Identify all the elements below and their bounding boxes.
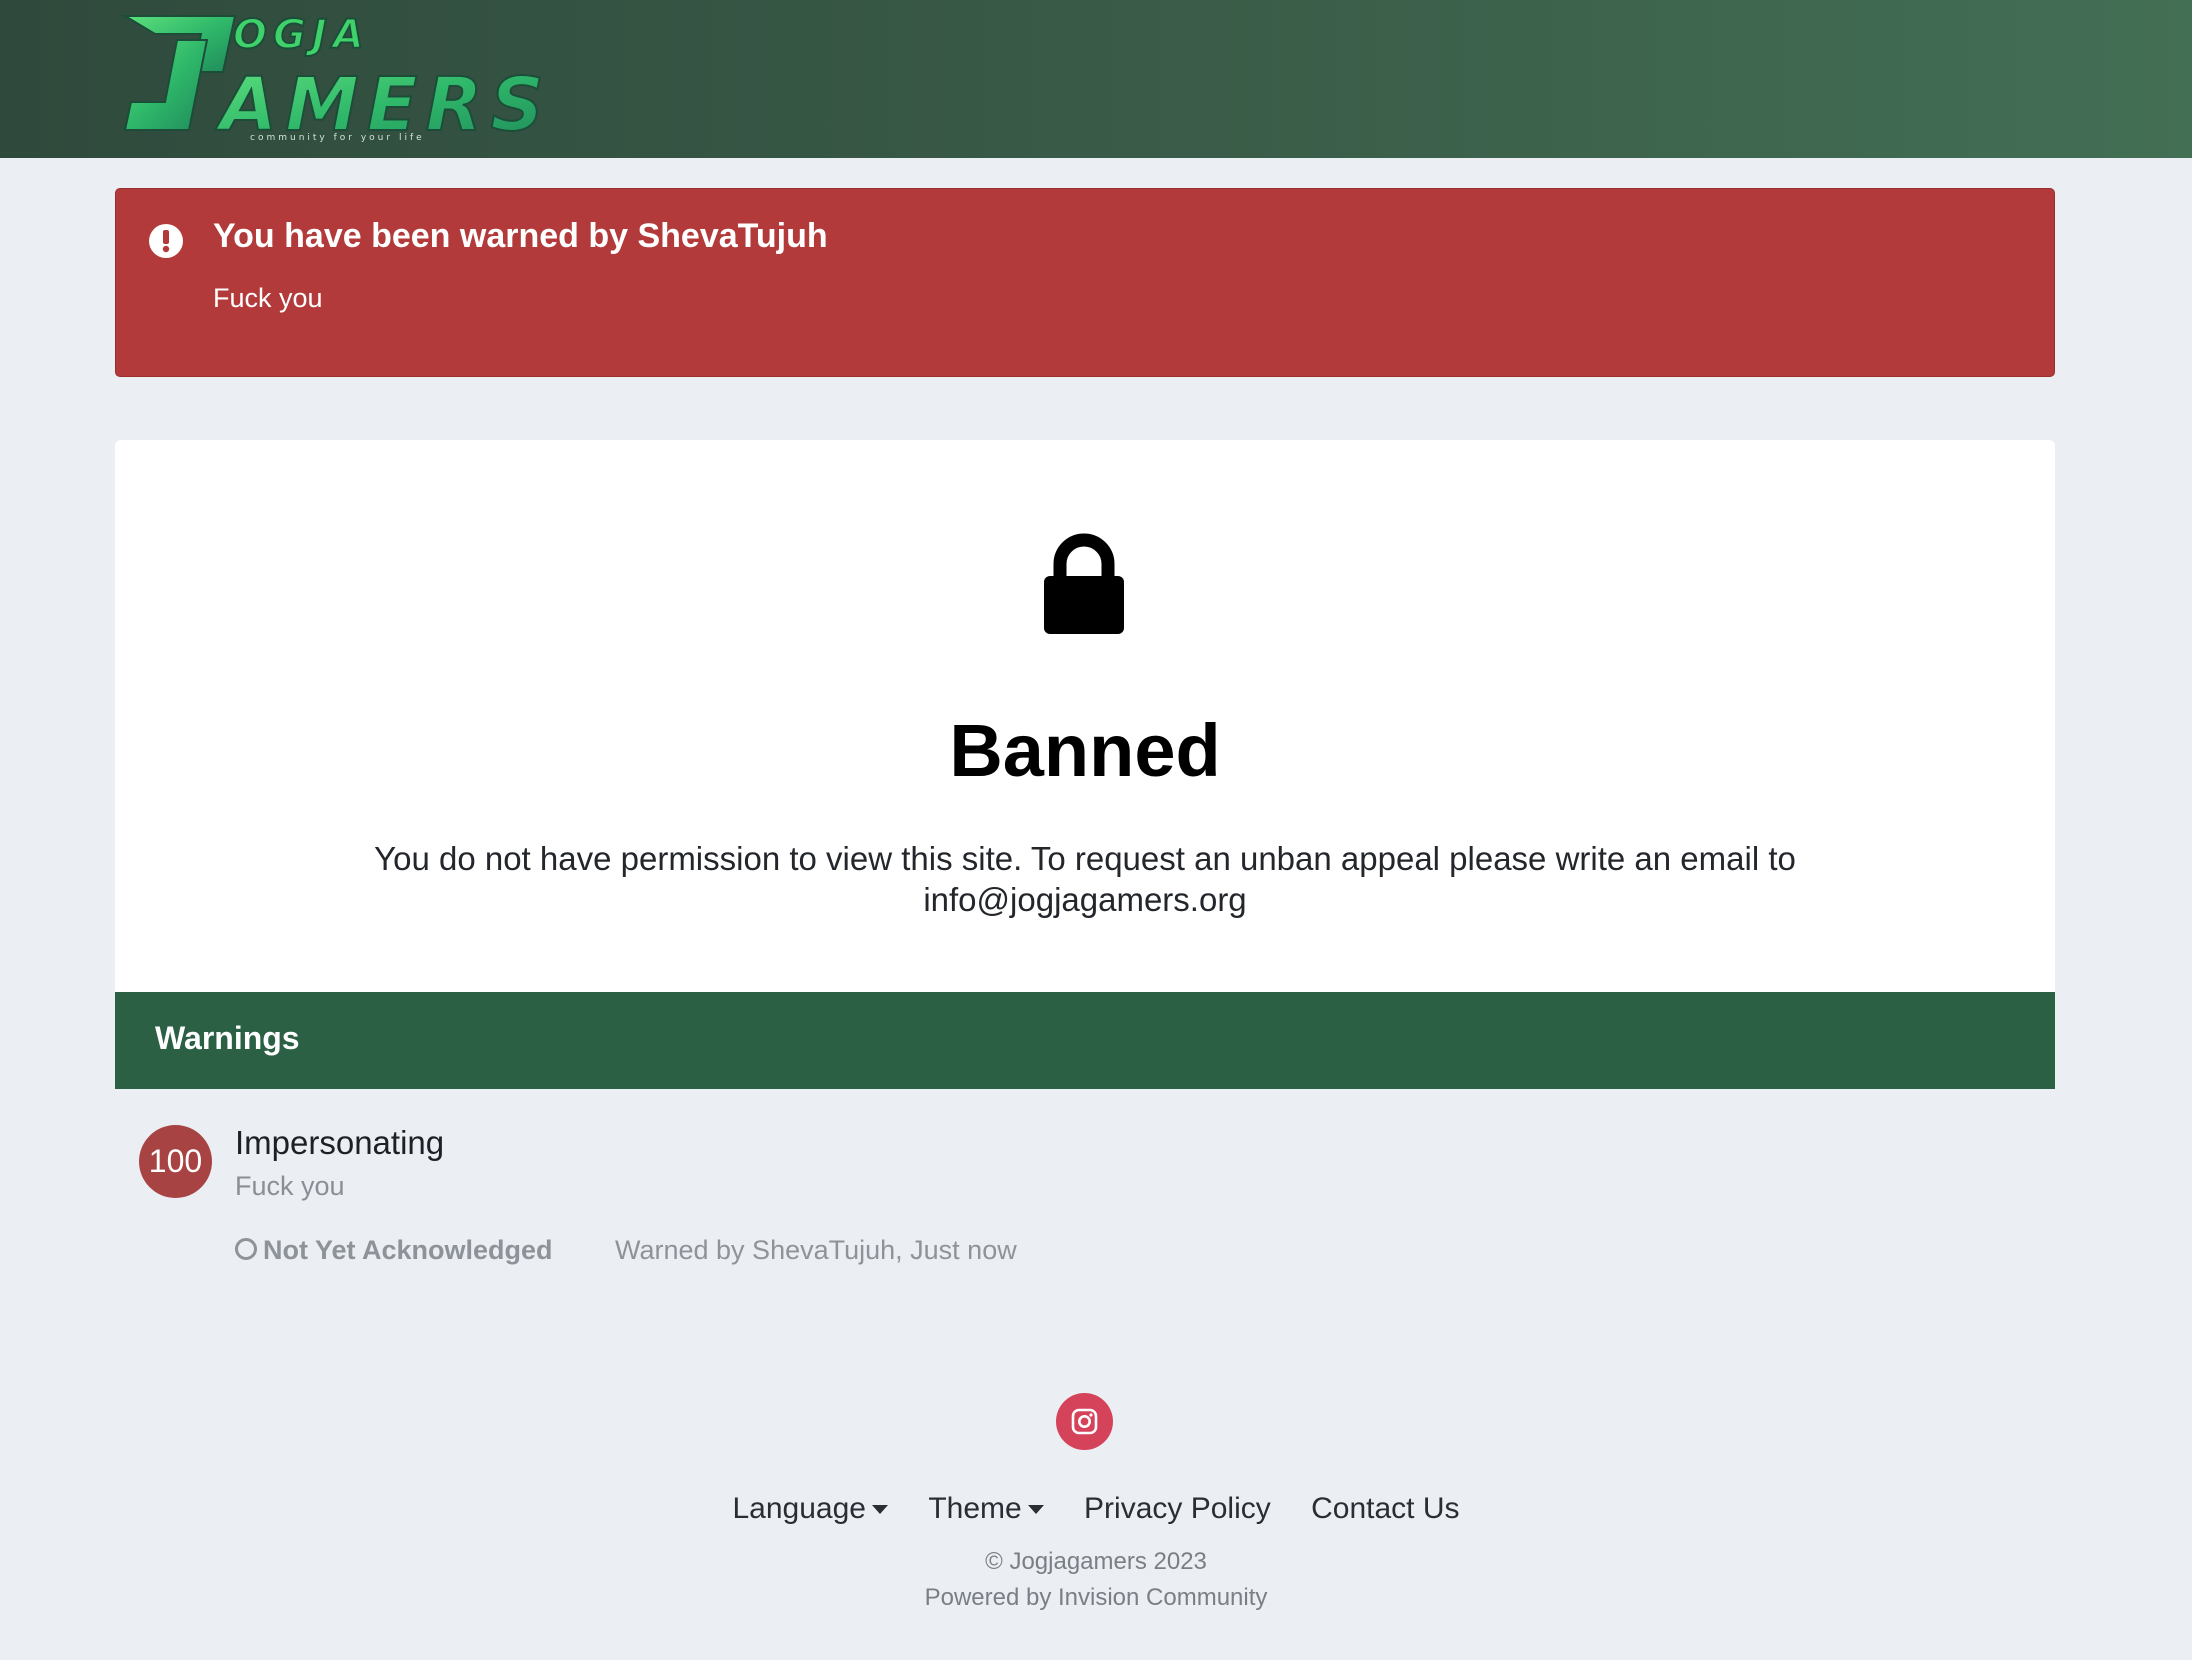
copyright-text: © Jogjagamers 2023 xyxy=(985,1548,1207,1575)
instagram-icon xyxy=(1071,1408,1098,1435)
footer-links: Language Theme Privacy Policy Contact Us xyxy=(0,1492,2192,1526)
site-header: OGJA AMERS community for your life xyxy=(0,0,2192,158)
site-logo[interactable]: OGJA AMERS community for your life xyxy=(115,11,635,149)
warning-meta: Warned by ShevaTujuh, Just now xyxy=(615,1235,1017,1265)
warning-reason-link[interactable]: Impersonating xyxy=(235,1124,444,1162)
exclamation-circle-icon xyxy=(149,224,183,258)
ban-message: You do not have permission to view this … xyxy=(374,840,1796,918)
powered-by-link[interactable]: Powered by Invision Community xyxy=(0,1584,2192,1612)
acknowledgement-label: Not Yet Acknowledged xyxy=(263,1235,553,1265)
warning-message-banner: You have been warned by ShevaTujuh Fuck … xyxy=(115,188,2055,377)
ban-card: Banned You do not have permission to vie… xyxy=(115,440,2055,992)
privacy-policy-link[interactable]: Privacy Policy xyxy=(1084,1492,1271,1526)
warnings-section-header: Warnings xyxy=(115,992,2055,1089)
acknowledgement-status: Not Yet Acknowledged xyxy=(235,1235,553,1266)
contact-us-link[interactable]: Contact Us xyxy=(1311,1492,1459,1526)
jogjagamers-logo-graphic: OGJA AMERS community for your life xyxy=(121,11,552,149)
svg-text:community for your life: community for your life xyxy=(250,133,425,143)
ban-title: Banned xyxy=(949,709,1221,792)
caret-down-icon xyxy=(1027,1505,1044,1514)
language-label: Language xyxy=(732,1492,866,1525)
warning-points-badge: 100 xyxy=(139,1125,212,1198)
warning-title: You have been warned by ShevaTujuh xyxy=(213,217,828,255)
warnings-heading: Warnings xyxy=(155,1020,300,1056)
theme-menu[interactable]: Theme xyxy=(928,1492,1044,1526)
language-menu[interactable]: Language xyxy=(733,1492,888,1526)
lock-icon xyxy=(1044,533,1124,634)
svg-text:AMERS: AMERS xyxy=(215,62,552,144)
warning-note: Fuck you xyxy=(235,1171,345,1201)
circle-outline-icon xyxy=(235,1238,257,1260)
warning-message: Fuck you xyxy=(213,283,323,313)
caret-down-icon xyxy=(871,1505,888,1514)
svg-text:OGJA: OGJA xyxy=(233,12,370,58)
theme-label: Theme xyxy=(928,1492,1022,1525)
instagram-button[interactable] xyxy=(1056,1393,1113,1450)
